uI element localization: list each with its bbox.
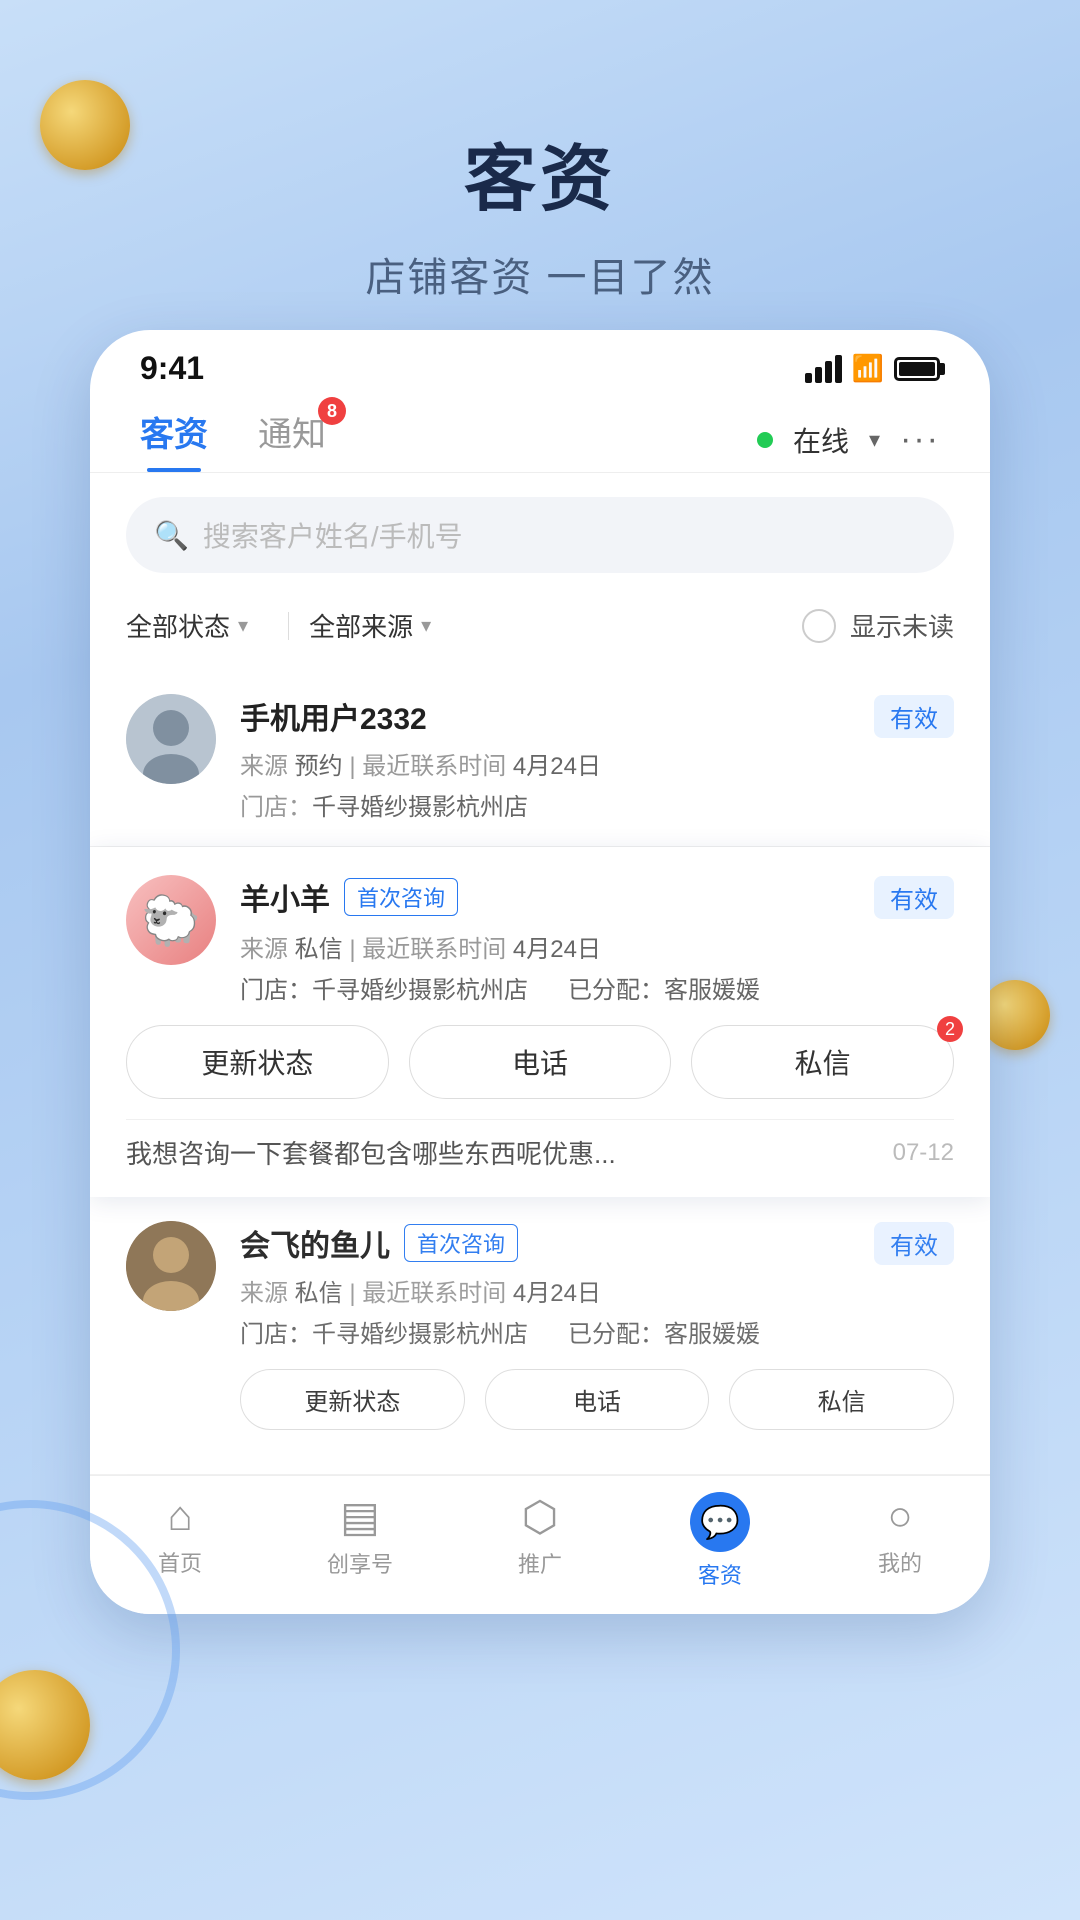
bottom-navigation: ⌂ 首页 ▤ 创享号 ⬡ 推广 💬 客资 ○ 我的 [90, 1475, 990, 1614]
customer-info-2: 羊小羊 首次咨询 有效 来源 私信 | 最近联系时间 4月24日 门店：千寻婚纱… [240, 875, 954, 1025]
customer-meta-1: 来源 预约 | 最近联系时间 4月24日 [240, 746, 954, 781]
signal-bars-icon [805, 355, 842, 383]
nav-home-label: 首页 [158, 1546, 202, 1578]
status-icons: 📶 [805, 353, 940, 384]
nav-tuiguang[interactable]: ⬡ 推广 [450, 1492, 630, 1590]
customer-info-1: 手机用户2332 有效 来源 预约 | 最近联系时间 4月24日 门店：千寻婚纱… [240, 694, 954, 822]
unread-toggle-circle[interactable] [802, 609, 836, 643]
search-bar[interactable]: 🔍 搜索客户姓名/手机号 [126, 497, 954, 573]
online-chevron-icon[interactable]: ▾ [869, 427, 880, 453]
notification-badge: 8 [318, 397, 346, 425]
tab-kezi[interactable]: 客资 [140, 407, 208, 472]
avatar-3 [126, 1221, 216, 1311]
customer-item-3[interactable]: 会飞的鱼儿 首次咨询 有效 来源 私信 | 最近联系时间 4月24日 门店：千寻… [90, 1197, 990, 1475]
update-status-button-3[interactable]: 更新状态 [240, 1369, 465, 1430]
customer-assigned-2: 已分配：客服媛媛 [568, 970, 760, 1005]
status-filter-button[interactable]: 全部状态 ▾ [126, 599, 268, 652]
search-input[interactable]: 搜索客户姓名/手机号 [203, 515, 463, 555]
customer-item-2-expanded[interactable]: 🐑 羊小羊 首次咨询 有效 来源 私信 | 最近联系时间 4月24日 门店：千寻… [90, 847, 990, 1197]
last-message-time: 07-12 [893, 1139, 954, 1167]
gold-ball-decoration-right [980, 980, 1050, 1050]
customer-status-3: 有效 [874, 1222, 954, 1265]
nav-kezi-label: 客资 [698, 1558, 742, 1590]
customer-name-1: 手机用户2332 [240, 694, 427, 738]
unread-toggle[interactable]: 显示未读 [802, 607, 954, 644]
unread-label: 显示未读 [850, 607, 954, 644]
last-message-text: 我想咨询一下套餐都包含哪些东西呢优惠... [126, 1134, 873, 1171]
action-buttons: 更新状态 电话 私信 2 [126, 1025, 954, 1099]
nav-chuangxianghao[interactable]: ▤ 创享号 [270, 1492, 450, 1590]
kezi-icon: 💬 [700, 1503, 740, 1541]
customer-status-1: 有效 [874, 695, 954, 738]
customer-store-2: 门店：千寻婚纱摄影杭州店 [240, 970, 528, 1005]
nav-tabs: 客资 通知 8 在线 ▾ ··· [90, 397, 990, 473]
message-badge: 2 [937, 1016, 963, 1042]
page-title: 客资 [0, 120, 1080, 225]
mine-icon: ○ [887, 1492, 912, 1540]
customer-tag-2: 首次咨询 [344, 878, 458, 916]
customer-name-2: 羊小羊 [240, 875, 330, 919]
update-status-button[interactable]: 更新状态 [126, 1025, 389, 1099]
more-options-icon[interactable]: ··· [900, 420, 940, 459]
message-button-3[interactable]: 私信 [729, 1369, 954, 1430]
customer-assigned-3: 已分配：客服媛媛 [568, 1314, 760, 1349]
customer-meta-2: 来源 私信 | 最近联系时间 4月24日 [240, 929, 954, 964]
source-filter-button[interactable]: 全部来源 ▾ [309, 599, 451, 652]
search-icon: 🔍 [154, 519, 189, 552]
battery-icon [894, 357, 940, 381]
nav-tuiguang-label: 推广 [518, 1547, 562, 1579]
message-button[interactable]: 私信 2 [691, 1025, 954, 1099]
gold-ball-decoration [40, 80, 130, 170]
filters-row: 全部状态 ▾ 全部来源 ▾ 显示未读 [90, 589, 990, 670]
status-time: 9:41 [140, 350, 204, 387]
action-buttons-3: 更新状态 电话 私信 [240, 1369, 954, 1430]
customer-store-1: 门店：千寻婚纱摄影杭州店 [240, 787, 954, 822]
customer-item-1[interactable]: 手机用户2332 有效 来源 预约 | 最近联系时间 4月24日 门店：千寻婚纱… [90, 670, 990, 847]
online-status-text: 在线 [793, 420, 849, 460]
call-button[interactable]: 电话 [409, 1025, 672, 1099]
nav-right-controls: 在线 ▾ ··· [757, 420, 940, 460]
avatar-2: 🐑 [126, 875, 216, 965]
customer-tag-3: 首次咨询 [404, 1224, 518, 1262]
customer-store-3: 门店：千寻婚纱摄影杭州店 [240, 1314, 528, 1349]
status-bar: 9:41 📶 [90, 330, 990, 397]
online-status-dot [757, 432, 773, 448]
page-subtitle: 店铺客资 一目了然 [0, 245, 1080, 303]
avatar-1 [126, 694, 216, 784]
filter-divider [288, 612, 289, 640]
customer-name-3: 会飞的鱼儿 [240, 1221, 390, 1265]
last-message: 我想咨询一下套餐都包含哪些东西呢优惠... 07-12 [126, 1119, 954, 1177]
kezi-active-circle: 💬 [690, 1492, 750, 1552]
tab-tongzhi[interactable]: 通知 8 [258, 407, 326, 472]
customer-meta-3: 来源 私信 | 最近联系时间 4月24日 [240, 1273, 954, 1308]
source-filter-chevron-icon: ▾ [421, 613, 431, 638]
chuangxianghao-icon: ▤ [340, 1492, 380, 1541]
nav-chuangxianghao-label: 创享号 [327, 1547, 393, 1579]
nav-mine[interactable]: ○ 我的 [810, 1492, 990, 1590]
call-button-3[interactable]: 电话 [485, 1369, 710, 1430]
tuiguang-icon: ⬡ [522, 1492, 559, 1541]
customer-info-3: 会飞的鱼儿 首次咨询 有效 来源 私信 | 最近联系时间 4月24日 门店：千寻… [240, 1221, 954, 1450]
status-filter-chevron-icon: ▾ [238, 613, 248, 638]
page-header: 客资 店铺客资 一目了然 [0, 0, 1080, 353]
wifi-icon: 📶 [852, 353, 884, 384]
home-icon: ⌂ [167, 1492, 192, 1540]
nav-kezi[interactable]: 💬 客资 [630, 1492, 810, 1590]
customer-status-2: 有效 [874, 876, 954, 919]
nav-mine-label: 我的 [878, 1546, 922, 1578]
phone-mockup: 9:41 📶 客资 通知 8 在线 ▾ ··· [90, 330, 990, 1614]
